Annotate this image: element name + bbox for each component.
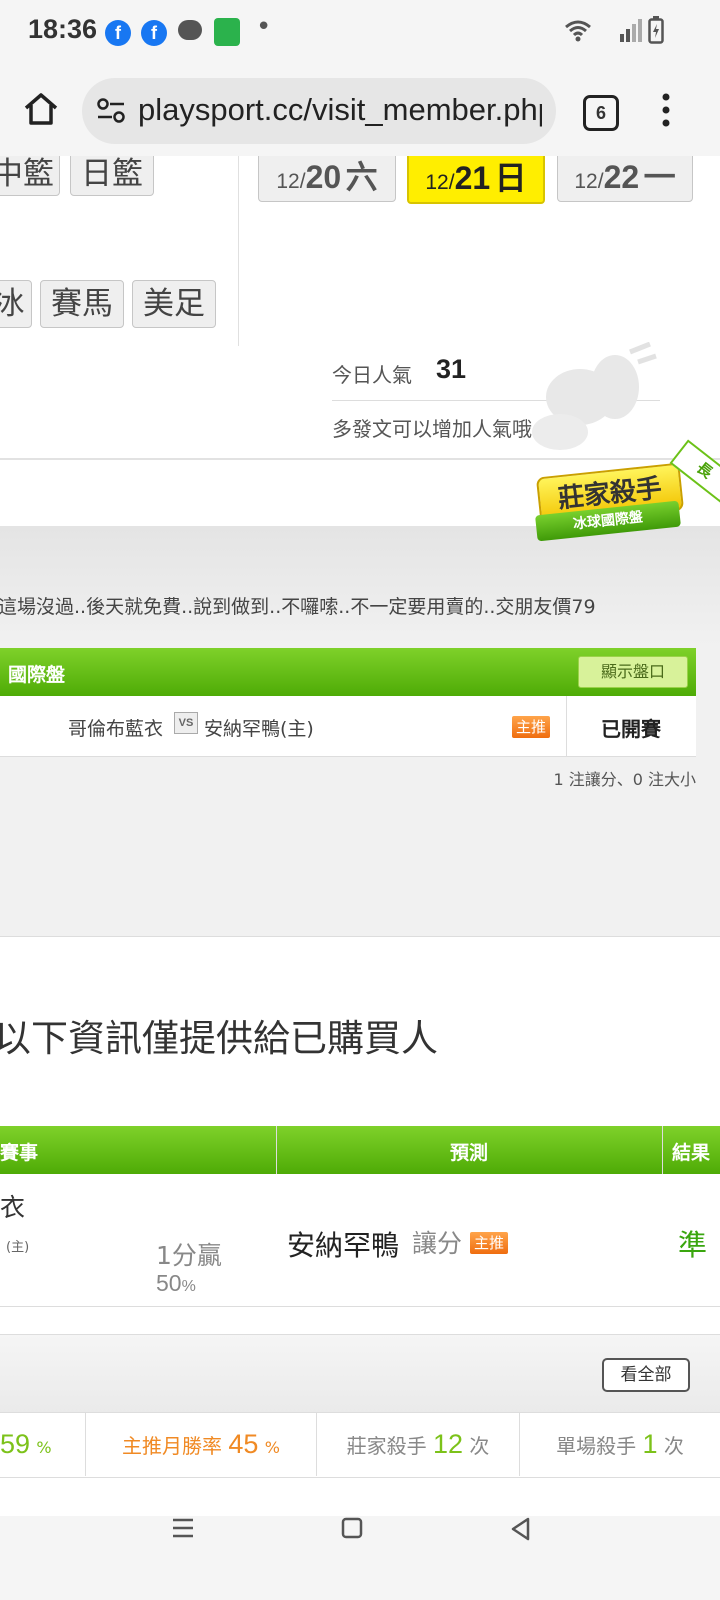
date-day: 21 xyxy=(454,160,491,196)
col-header-result: 結果 xyxy=(672,1142,711,1164)
stats-single-killer: 單場殺手 1 次 xyxy=(520,1412,720,1476)
killer-unit: 次 xyxy=(469,1434,490,1458)
win-rate-unit: % xyxy=(36,1438,52,1457)
date-day: 20 xyxy=(305,159,342,195)
home-nav-icon[interactable] xyxy=(340,1516,364,1540)
sport-button-horse[interactable]: 賽馬 xyxy=(40,280,124,328)
tab-switcher-button[interactable]: 6 xyxy=(583,95,619,131)
chat-icon xyxy=(178,20,202,40)
stats-win-rate: 59 % xyxy=(0,1412,86,1476)
facebook-icon: f xyxy=(105,20,131,46)
popularity-value: 31 xyxy=(436,354,467,384)
status-time: 18:36 xyxy=(28,14,98,44)
date-button-1222[interactable]: 12/22 一 xyxy=(557,156,693,202)
view-all-button[interactable]: 看全部 xyxy=(602,1358,690,1392)
col-header-prediction: 預測 xyxy=(449,1142,488,1164)
date-weekday: 六 xyxy=(345,159,378,195)
killer-label: 莊家殺手 xyxy=(346,1434,427,1458)
monthly-label: 主推月勝率 xyxy=(122,1434,223,1458)
row-pct-value: 50 xyxy=(156,1270,182,1296)
date-weekday: 一 xyxy=(643,159,676,195)
game-row: 哥倫布藍衣 VS 安納罕鴨(主) 主推 已開賽 xyxy=(0,696,696,757)
buyer-table-row: 衣 (主) 1分贏 50% 安納罕鴨 讓分 主推 準 xyxy=(0,1174,720,1307)
more-options-icon[interactable] xyxy=(660,92,672,128)
date-month: 12/ xyxy=(425,171,455,194)
vs-icon: VS xyxy=(174,712,198,734)
game-status: 已開賽 xyxy=(601,717,661,741)
volte-icon xyxy=(596,18,612,42)
sport-button-cba[interactable]: 中籃 xyxy=(0,156,60,196)
divider xyxy=(0,936,720,937)
buyer-heading: 以下資訊僅提供給已購買人 xyxy=(0,1017,438,1060)
row-home-mark: (主) xyxy=(6,1240,30,1255)
post-message: 這場沒過..後天就免費..說到做到..不囉嗦..不一定要用賣的..交朋友價79 xyxy=(0,596,596,618)
home-team: 安納罕鴨(主) xyxy=(204,718,314,740)
monthly-unit: % xyxy=(264,1438,280,1457)
main-pick-tag: 主推 xyxy=(512,716,551,738)
site-settings-icon[interactable] xyxy=(96,97,126,125)
date-button-1221[interactable]: 12/21 日 xyxy=(407,156,545,204)
dealer-killer-badge: 莊家殺手 冰球國際盤 長 xyxy=(532,439,720,542)
home-icon[interactable] xyxy=(22,90,60,128)
stats-monthly: 主推月勝率 45 % xyxy=(86,1412,317,1476)
date-month: 12/ xyxy=(276,170,306,193)
sport-button-jbl[interactable]: 日籃 xyxy=(70,156,154,196)
app-icon xyxy=(214,18,240,46)
result-value: 準 xyxy=(678,1228,708,1262)
pick-summary: 1 注讓分、0 注大小 xyxy=(553,770,696,789)
pick-type: 讓分 xyxy=(412,1229,463,1258)
row-pct: 50% xyxy=(156,1270,196,1297)
row-team-fragment: 衣 xyxy=(0,1193,26,1222)
single-value: 1 xyxy=(642,1429,658,1459)
date-button-1220[interactable]: 12/20 六 xyxy=(258,156,396,202)
date-weekday: 日 xyxy=(494,160,527,196)
facebook-icon: f xyxy=(141,20,167,46)
page-content: 中籃 日籃 冰 賽馬 美足 12/20 六 12/21 日 12/22 一 今日… xyxy=(0,156,720,1516)
col-header-game: 賽事 xyxy=(0,1142,39,1164)
pick-main-tag: 主推 xyxy=(470,1232,509,1254)
url-text[interactable]: playsport.cc/visit_member.php xyxy=(138,88,542,132)
status-bar: 18:36 f f • xyxy=(0,0,720,64)
table-title: 國際盤 xyxy=(8,664,66,686)
back-nav-icon[interactable] xyxy=(508,1516,532,1542)
divider xyxy=(238,156,239,346)
popularity-tip: 多發文可以增加人氣哦～ xyxy=(332,417,552,441)
single-unit: 次 xyxy=(663,1434,684,1458)
show-odds-button[interactable]: 顯示盤口 xyxy=(578,656,688,688)
killer-value: 12 xyxy=(432,1429,464,1459)
monthly-value: 45 xyxy=(228,1429,259,1459)
popularity-label: 今日人氣 xyxy=(332,363,412,387)
recent-apps-icon[interactable] xyxy=(170,1516,196,1540)
row-margin: 1分贏 xyxy=(156,1241,222,1270)
stats-dealer-killer: 莊家殺手 12 次 xyxy=(317,1412,520,1476)
date-month: 12/ xyxy=(574,170,604,193)
notification-dot: • xyxy=(256,12,272,42)
sport-button-ice[interactable]: 冰 xyxy=(0,280,32,328)
sport-button-nfl[interactable]: 美足 xyxy=(132,280,216,328)
row-pct-unit: % xyxy=(181,1278,196,1295)
win-rate-value: 59 xyxy=(0,1429,31,1459)
signal-icon xyxy=(620,19,642,42)
pick-team: 安納罕鴨 xyxy=(287,1229,400,1262)
single-label: 單場殺手 xyxy=(556,1434,637,1458)
battery-icon xyxy=(648,16,664,44)
away-team: 哥倫布藍衣 xyxy=(68,718,164,740)
mascot-watermark-icon xyxy=(532,342,657,450)
date-day: 22 xyxy=(603,159,640,195)
wifi-icon xyxy=(565,20,591,42)
